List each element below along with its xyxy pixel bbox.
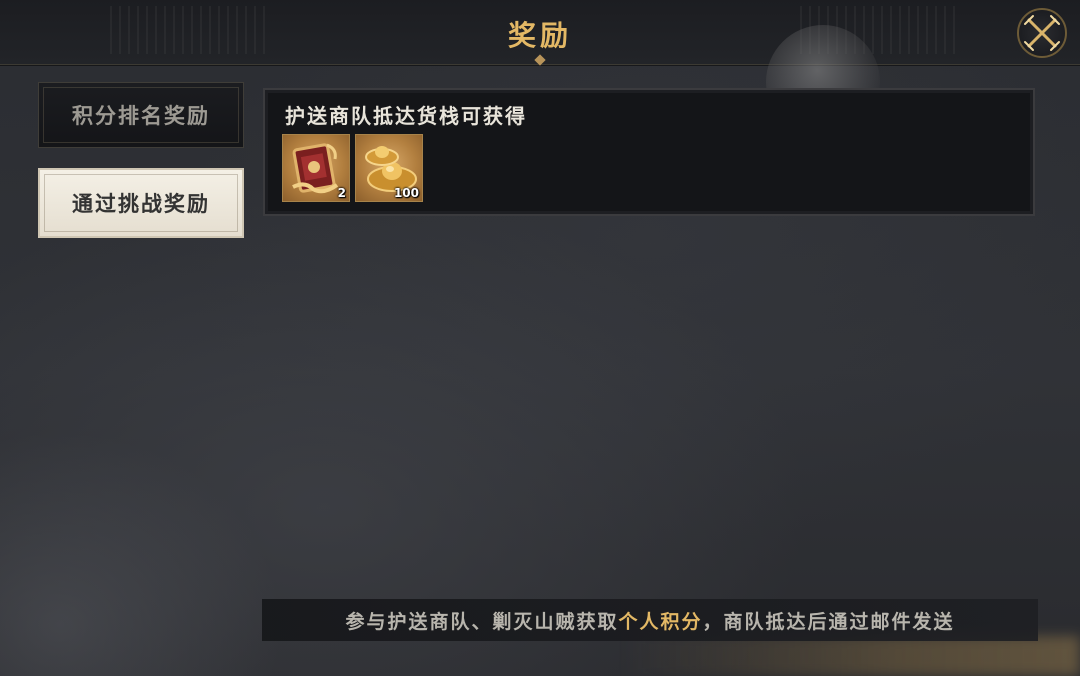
title-diamond-ornament xyxy=(534,54,546,66)
item-count: 2 xyxy=(337,186,346,200)
reward-item-scroll[interactable]: 2 xyxy=(282,134,350,202)
notice-text-start: 参与护送商队、剿灭山贼获取 xyxy=(345,610,619,633)
reward-panel: 护送商队抵达货栈可获得 2 100 xyxy=(263,88,1035,216)
reward-panel-title: 护送商队抵达货栈可获得 xyxy=(285,104,527,128)
tab-label: 积分排名奖励 xyxy=(72,103,210,128)
reward-item-gold[interactable]: 100 xyxy=(355,134,423,202)
notice-highlight: 个人积分 xyxy=(618,610,703,633)
tab-label: 通过挑战奖励 xyxy=(72,191,210,216)
close-button[interactable] xyxy=(1017,8,1067,58)
page-title: 奖励 xyxy=(507,19,572,52)
tab-ranking-rewards[interactable]: 积分排名奖励 xyxy=(38,82,244,148)
reward-notice-bar: 参与护送商队、剿灭山贼获取 个人积分 ，商队抵达后通过邮件发送 xyxy=(262,599,1038,641)
background-fog xyxy=(0,416,300,676)
notice-text-end: ，商队抵达后通过邮件发送 xyxy=(702,610,955,633)
background-glow xyxy=(620,636,1080,676)
item-count: 100 xyxy=(393,186,419,200)
reward-item-list: 2 100 xyxy=(282,134,423,202)
crossed-swords-close-icon xyxy=(1024,15,1060,51)
header-bar: 奖励 xyxy=(0,0,1080,66)
tab-challenge-rewards[interactable]: 通过挑战奖励 xyxy=(38,168,244,238)
